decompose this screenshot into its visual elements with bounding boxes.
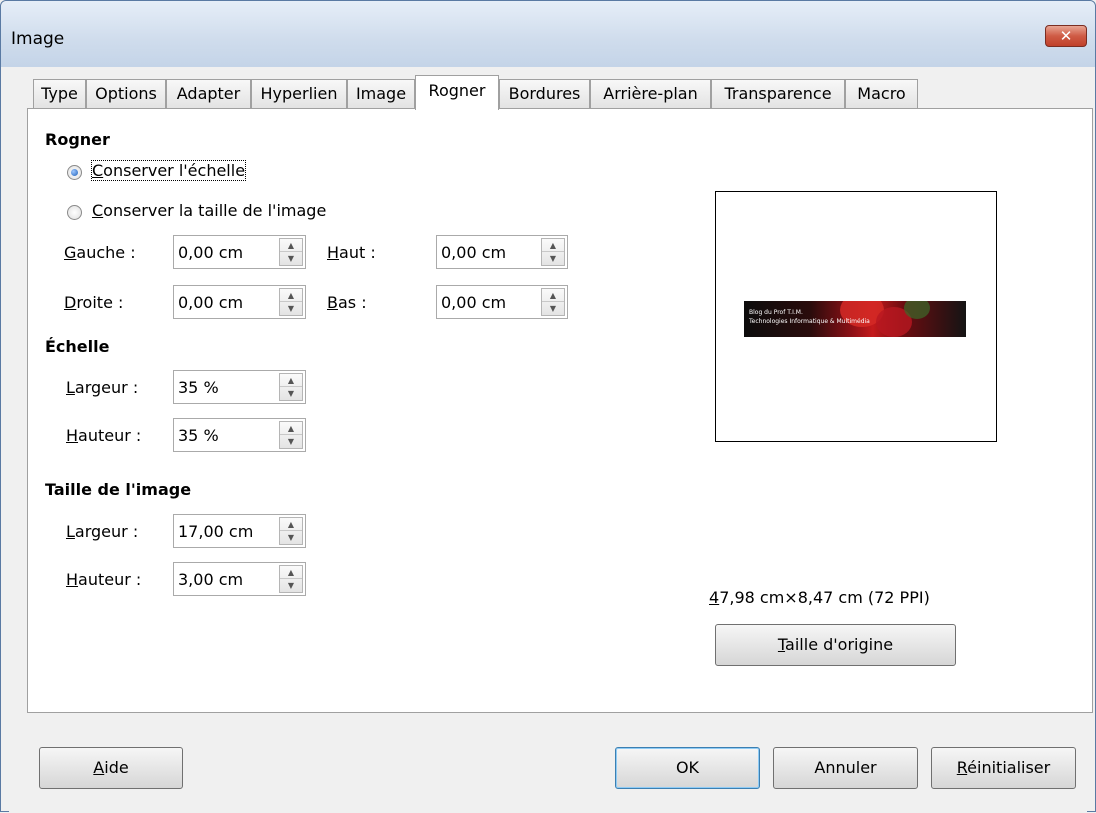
image-width-stepper[interactable]: ▲ ▼ [279,517,303,545]
preview-image-line2: Technologies Informatique & Multimédia [749,318,870,325]
crop-right-spinbox[interactable]: 0,00 cm ▲ ▼ [173,285,306,319]
keep-scale-radio[interactable] [67,165,82,180]
original-size-label: 47,98 cm×8,47 cm (72 PPI) [709,588,930,607]
spin-down-icon[interactable]: ▼ [542,302,564,315]
crop-top-spinbox[interactable]: 0,00 cm ▲ ▼ [436,235,568,269]
scale-height-stepper[interactable]: ▲ ▼ [279,421,303,449]
tab-rogner[interactable]: Rogner [415,75,499,110]
scale-width-spinbox[interactable]: 35 % ▲ ▼ [173,370,306,404]
close-icon: ✕ [1059,27,1073,45]
spin-down-icon[interactable]: ▼ [280,252,302,265]
spin-down-icon[interactable]: ▼ [280,531,302,544]
crop-bottom-stepper[interactable]: ▲ ▼ [541,288,565,316]
image-height-spinbox[interactable]: 3,00 cm ▲ ▼ [173,562,306,596]
spin-up-icon[interactable]: ▲ [280,374,302,387]
tab-type[interactable]: Type [33,79,86,109]
crop-right-value[interactable]: 0,00 cm [178,293,243,312]
crop-bottom-label: Bas : [327,293,367,312]
spin-up-icon[interactable]: ▲ [542,289,564,302]
help-button[interactable]: Aide [39,747,183,789]
ok-button[interactable]: OK [615,747,760,789]
preview-image: Blog du Prof T.I.M. Technologies Informa… [744,301,966,337]
image-dialog: Image ✕ Type Options Adapter Hyperlien I… [0,0,1096,813]
leaf-blob [904,301,930,319]
image-height-label: Hauteur : [66,570,142,589]
dialog-title: Image [11,29,65,49]
crop-bottom-value[interactable]: 0,00 cm [441,293,506,312]
spin-up-icon[interactable]: ▲ [280,289,302,302]
image-height-stepper[interactable]: ▲ ▼ [279,565,303,593]
crop-right-label: Droite : [64,293,124,312]
scale-width-label: Largeur : [66,378,139,397]
crop-left-stepper[interactable]: ▲ ▼ [279,238,303,266]
image-width-label: Largeur : [66,522,139,541]
scale-height-value[interactable]: 35 % [178,426,219,445]
crop-preview: Blog du Prof T.I.M. Technologies Informa… [715,191,997,442]
tab-hyperlien[interactable]: Hyperlien [251,79,347,109]
spin-down-icon[interactable]: ▼ [280,302,302,315]
image-width-spinbox[interactable]: 17,00 cm ▲ ▼ [173,514,306,548]
image-size-section-title: Taille de l'image [45,480,192,499]
scale-height-spinbox[interactable]: 35 % ▲ ▼ [173,418,306,452]
crop-left-label: Gauche : [64,243,136,262]
crop-top-stepper[interactable]: ▲ ▼ [541,238,565,266]
tab-adapter[interactable]: Adapter [166,79,251,109]
preview-image-line1: Blog du Prof T.I.M. [749,309,803,316]
scale-height-label: Hauteur : [66,426,142,445]
cancel-button[interactable]: Annuler [773,747,918,789]
tab-options[interactable]: Options [86,79,166,109]
crop-section-title: Rogner [45,130,110,149]
dialog-client-area: Type Options Adapter Hyperlien Image Rog… [9,67,1093,813]
spin-down-icon[interactable]: ▼ [280,387,302,400]
spin-up-icon[interactable]: ▲ [280,422,302,435]
tab-transparence[interactable]: Transparence [711,79,845,109]
crop-right-stepper[interactable]: ▲ ▼ [279,288,303,316]
crop-left-spinbox[interactable]: 0,00 cm ▲ ▼ [173,235,306,269]
tab-bordures[interactable]: Bordures [499,79,590,109]
tab-image[interactable]: Image [347,79,415,109]
tab-arriere-plan[interactable]: Arrière-plan [590,79,711,109]
image-width-value[interactable]: 17,00 cm [178,522,253,541]
keep-size-label[interactable]: Conserver la taille de l'image [92,201,326,220]
spin-down-icon[interactable]: ▼ [280,579,302,592]
crop-top-label: Haut : [327,243,376,262]
spin-up-icon[interactable]: ▲ [280,566,302,579]
crop-bottom-spinbox[interactable]: 0,00 cm ▲ ▼ [436,285,568,319]
reset-button[interactable]: Réinitialiser [931,747,1076,789]
scale-width-stepper[interactable]: ▲ ▼ [279,373,303,401]
spin-down-icon[interactable]: ▼ [542,252,564,265]
spin-down-icon[interactable]: ▼ [280,435,302,448]
tab-macro[interactable]: Macro [845,79,918,109]
spin-up-icon[interactable]: ▲ [280,239,302,252]
scale-section-title: Échelle [45,337,110,356]
original-size-button[interactable]: Taille d'origine [715,624,956,666]
spin-up-icon[interactable]: ▲ [280,518,302,531]
image-height-value[interactable]: 3,00 cm [178,570,243,589]
spin-up-icon[interactable]: ▲ [542,239,564,252]
keep-size-radio[interactable] [67,205,82,220]
crop-left-value[interactable]: 0,00 cm [178,243,243,262]
scale-width-value[interactable]: 35 % [178,378,219,397]
close-button[interactable]: ✕ [1045,25,1087,47]
keep-scale-label[interactable]: Conserver l'échelle [90,160,247,181]
tab-panel-rogner: Rogner Conserver l'échelle Conserver la … [27,108,1093,713]
crop-top-value[interactable]: 0,00 cm [441,243,506,262]
title-bar[interactable]: Image ✕ [1,1,1095,67]
